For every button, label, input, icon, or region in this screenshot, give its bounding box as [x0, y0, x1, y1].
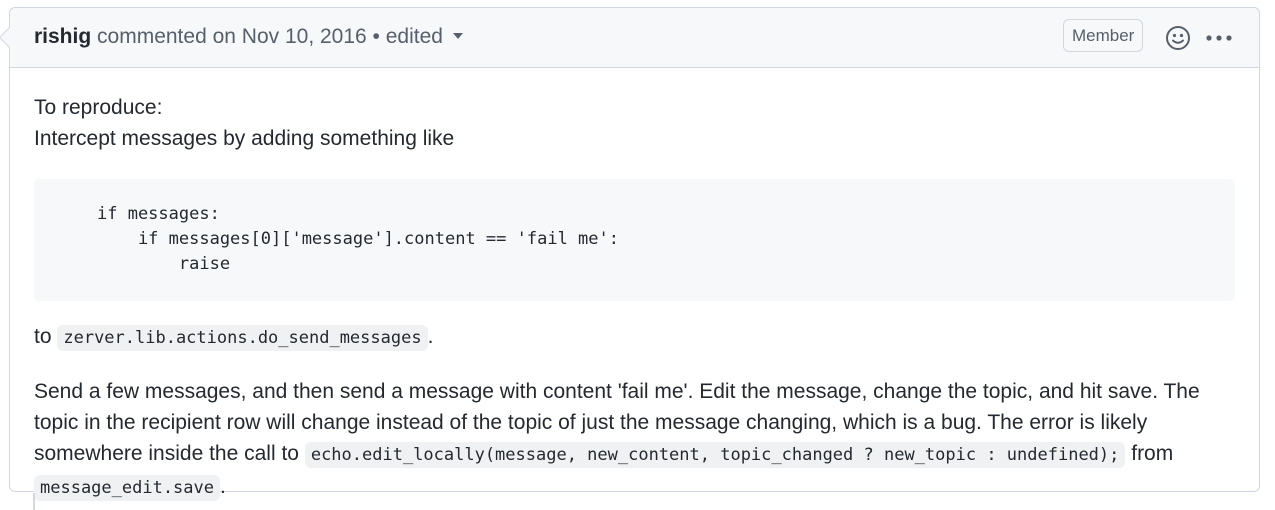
code-line: raise: [97, 254, 231, 274]
comment-body: To reproduce: Intercept messages by addi…: [10, 68, 1259, 504]
p1-prefix: to: [34, 325, 52, 348]
edited-label[interactable]: edited: [386, 25, 443, 48]
code-line: if messages[0]['message'].content == 'fa…: [97, 229, 619, 249]
comment-timestamp[interactable]: commented on Nov 10, 2016: [97, 25, 367, 48]
timeline-comment: rishig commented on Nov 10, 2016 • edite…: [0, 7, 1260, 501]
p1-suffix: .: [427, 325, 434, 348]
body-paragraph-1: to zerver.lib.actions.do_send_messages.: [34, 321, 1235, 354]
p2-mid: from: [1131, 442, 1174, 465]
kebab-horizontal-icon[interactable]: [1206, 35, 1232, 41]
body-line-1: To reproduce:: [34, 96, 163, 119]
inline-code-module: message_edit.save: [34, 475, 220, 501]
edited-dropdown[interactable]: edited: [386, 25, 463, 48]
body-line-2: Intercept messages by adding something l…: [34, 127, 455, 150]
inline-code-call: echo.edit_locally(message, new_content, …: [304, 442, 1126, 468]
triangle-down-icon[interactable]: [452, 33, 463, 39]
comment-header-meta: rishig commented on Nov 10, 2016 • edite…: [34, 25, 463, 49]
member-badge: Member: [1063, 19, 1144, 52]
code-block: if messages: if messages[0]['message'].c…: [34, 179, 1235, 301]
inline-code-function: zerver.lib.actions.do_send_messages: [57, 325, 428, 351]
code-line: if messages:: [97, 204, 220, 224]
p2-end: .: [220, 475, 226, 498]
body-paragraph-2: Send a few messages, and then send a mes…: [34, 376, 1235, 504]
smiley-icon[interactable]: [1165, 25, 1191, 51]
meta-separator: •: [372, 25, 380, 48]
timeline-line: [33, 493, 35, 510]
comment-author-link[interactable]: rishig: [34, 25, 91, 48]
comment-header: rishig commented on Nov 10, 2016 • edite…: [10, 8, 1259, 68]
